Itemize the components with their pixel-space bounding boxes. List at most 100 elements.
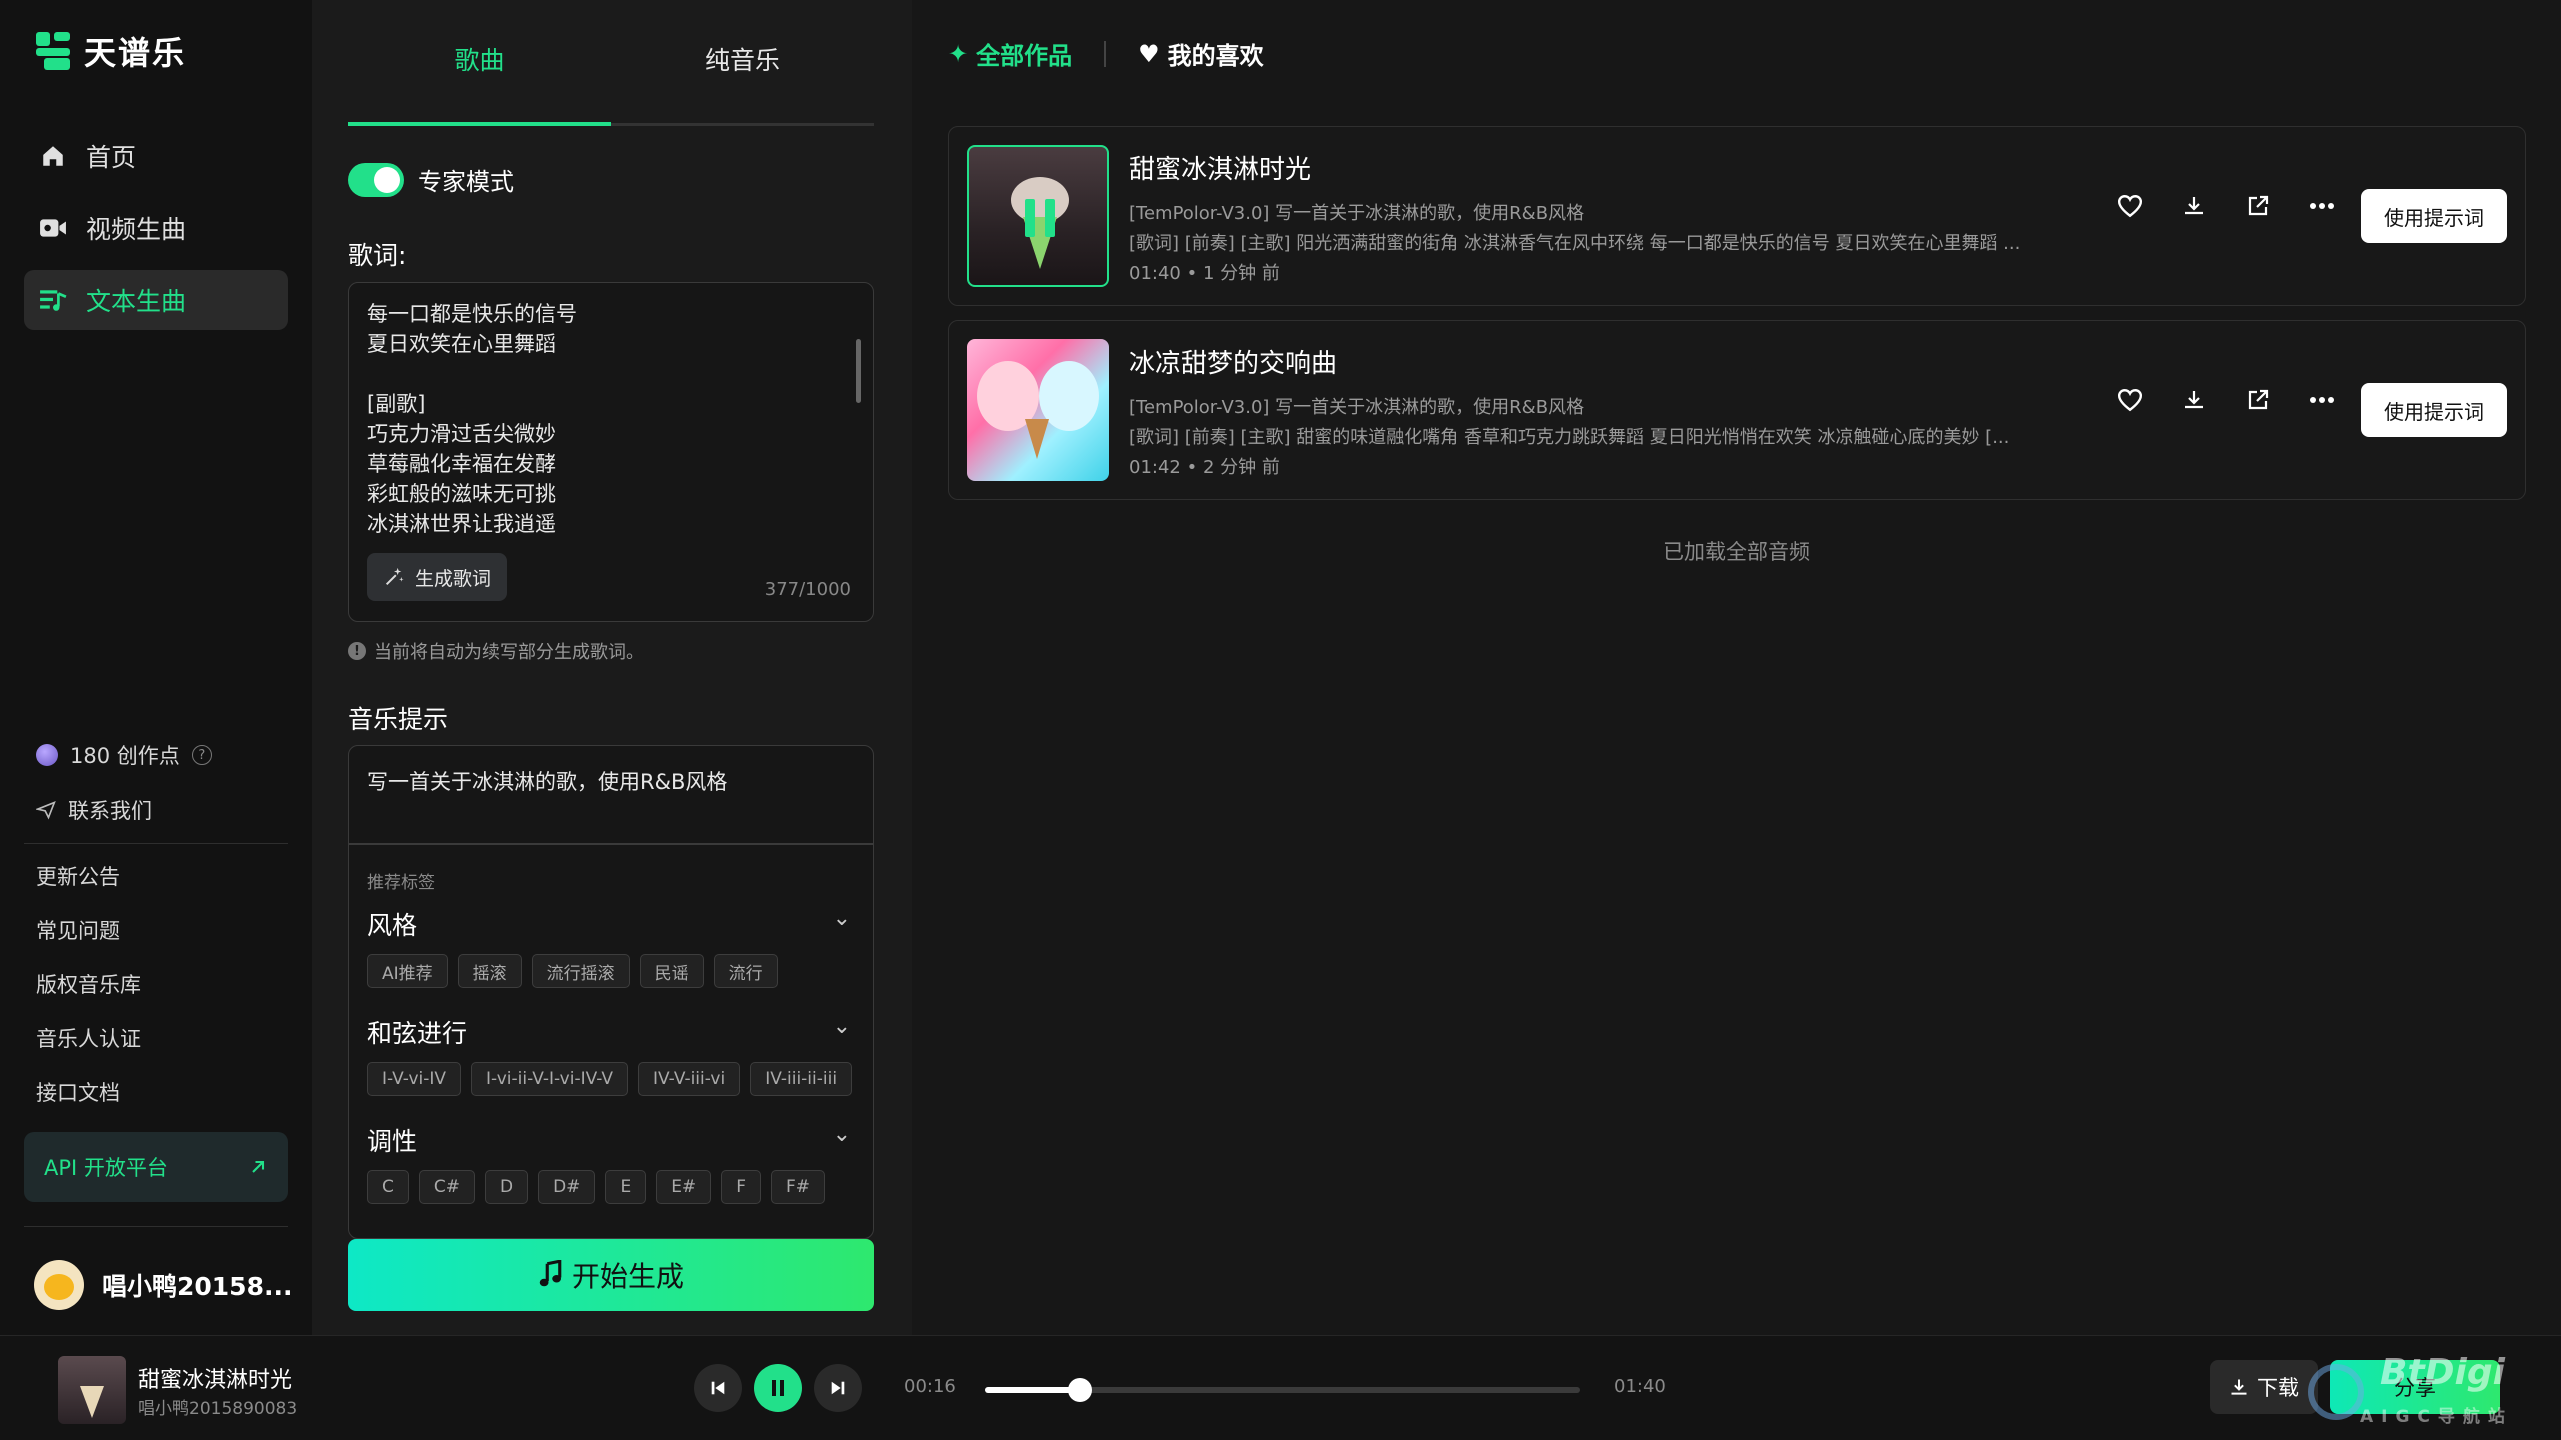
user-profile[interactable]: 唱小鸭20158... bbox=[34, 1260, 292, 1310]
style-chips: AI推荐 摇滚 流行摇滚 民谣 流行 bbox=[367, 954, 778, 988]
song-meta: 01:40 • 1 分钟 前 bbox=[1129, 263, 1280, 284]
pause-icon bbox=[772, 1380, 784, 1396]
song-title[interactable]: 甜蜜冰淇淋时光 bbox=[1129, 149, 1311, 186]
lyrics-editor[interactable]: 每一口都是快乐的信号 夏日欢笑在心里舞蹈 [副歌] 巧克力滑过舌尖微妙 草莓融化… bbox=[348, 282, 874, 622]
like-icon[interactable] bbox=[2113, 383, 2147, 417]
progress-slider[interactable] bbox=[985, 1378, 1580, 1402]
mode-tabs: 歌曲 纯音乐 bbox=[348, 30, 874, 126]
help-icon[interactable]: ? bbox=[191, 745, 212, 765]
song-prompt: [TemPolor-V3.0] 写一首关于冰淇淋的歌，使用R&B风格 bbox=[1129, 203, 1585, 224]
chord-chips: I-V-vi-IV I-vi-ii-V-I-vi-IV-V IV-V-iii-v… bbox=[367, 1062, 853, 1096]
expert-mode-row: 专家模式 bbox=[348, 162, 514, 197]
tag-chip[interactable]: AI推荐 bbox=[367, 954, 448, 988]
link-api-docs[interactable]: 接口文档 bbox=[36, 1076, 141, 1130]
previous-button[interactable] bbox=[694, 1364, 742, 1412]
tab-song[interactable]: 歌曲 bbox=[348, 30, 611, 126]
link-musician-verify[interactable]: 音乐人认证 bbox=[36, 1022, 141, 1076]
link-update-notes[interactable]: 更新公告 bbox=[36, 860, 141, 914]
total-time: 01:40 bbox=[1614, 1376, 1666, 1397]
start-generate-button[interactable]: 开始生成 bbox=[348, 1239, 874, 1311]
skip-forward-icon bbox=[831, 1381, 845, 1395]
lyrics-scrollbar[interactable] bbox=[856, 339, 861, 403]
api-platform-button[interactable]: API 开放平台 bbox=[24, 1132, 288, 1202]
share-icon[interactable] bbox=[2241, 383, 2275, 417]
tag-chip[interactable]: D# bbox=[538, 1170, 596, 1204]
tag-chip[interactable]: E bbox=[605, 1170, 647, 1204]
lyrics-text[interactable]: 每一口都是快乐的信号 夏日欢笑在心里舞蹈 [副歌] 巧克力滑过舌尖微妙 草莓融化… bbox=[367, 299, 837, 539]
sparkle-icon: ✦ bbox=[948, 39, 969, 68]
chevron-down-icon[interactable]: ⌄ bbox=[833, 1014, 851, 1039]
app-logo[interactable]: 天谱乐 bbox=[36, 28, 186, 74]
tag-chip[interactable]: F# bbox=[770, 1170, 825, 1204]
tab-all-works[interactable]: ✦ 全部作品 bbox=[948, 36, 1072, 71]
chord-group-title: 和弦进行 bbox=[367, 1019, 468, 1048]
sidebar-links: 更新公告 常见问题 版权音乐库 音乐人认证 接口文档 bbox=[36, 860, 141, 1130]
tag-chip[interactable]: C# bbox=[418, 1170, 475, 1204]
generate-lyrics-button[interactable]: 生成歌词 bbox=[367, 553, 508, 601]
credits-text: 180 创作点 bbox=[70, 744, 180, 768]
download-icon[interactable] bbox=[2177, 189, 2211, 223]
share-button[interactable]: 分享 bbox=[2330, 1360, 2500, 1414]
tag-chip[interactable]: E# bbox=[656, 1170, 712, 1204]
now-playing-cover[interactable] bbox=[58, 1356, 126, 1424]
key-chips: C C# D D# E E# F F# bbox=[367, 1170, 825, 1204]
link-copyright-library[interactable]: 版权音乐库 bbox=[36, 968, 141, 1022]
share-icon[interactable] bbox=[2241, 189, 2275, 223]
song-duration: 01:42 bbox=[1129, 457, 1181, 478]
creation-panel: 歌曲 纯音乐 专家模式 歌词: 每一口都是快乐的信号 夏日欢笑在心里舞蹈 [副歌… bbox=[312, 0, 912, 1335]
song-card[interactable]: 甜蜜冰淇淋时光 [TemPolor-V3.0] 写一首关于冰淇淋的歌，使用R&B… bbox=[948, 126, 2526, 306]
more-icon[interactable] bbox=[2305, 189, 2339, 223]
like-icon[interactable] bbox=[2113, 189, 2147, 223]
nav-item-home[interactable]: 首页 bbox=[24, 126, 288, 186]
share-label: 分享 bbox=[2394, 1376, 2436, 1400]
use-prompt-button[interactable]: 使用提示词 bbox=[2361, 383, 2507, 437]
pause-icon[interactable] bbox=[1025, 199, 1055, 237]
tag-chip[interactable]: IV-iii-ii-iii bbox=[750, 1062, 853, 1096]
tab-instrumental[interactable]: 纯音乐 bbox=[611, 30, 874, 123]
player-bar: 甜蜜冰淇淋时光 唱小鸭2015890083 00:16 01:40 下载 分享 … bbox=[0, 1335, 2561, 1440]
works-list: ✦ 全部作品 ♥ 我的喜欢 甜蜜冰淇淋时光 [TemPolor-V3.0] 写一… bbox=[912, 0, 2561, 1335]
sidebar-divider bbox=[24, 843, 288, 844]
chevron-down-icon[interactable]: ⌄ bbox=[833, 1122, 851, 1147]
use-prompt-button[interactable]: 使用提示词 bbox=[2361, 189, 2507, 243]
next-button[interactable] bbox=[814, 1364, 862, 1412]
tag-chip[interactable]: IV-V-iii-vi bbox=[638, 1062, 741, 1096]
recommended-tags-label: 推荐标签 bbox=[367, 873, 435, 893]
tag-chip[interactable]: I-V-vi-IV bbox=[367, 1062, 462, 1096]
now-playing-artist: 唱小鸭2015890083 bbox=[138, 1399, 298, 1419]
tag-chip[interactable]: 摇滚 bbox=[457, 954, 522, 988]
nav-item-text-to-music[interactable]: 文本生曲 bbox=[24, 270, 288, 330]
song-cover[interactable] bbox=[967, 339, 1109, 481]
nav-item-video-to-music[interactable]: 视频生曲 bbox=[24, 198, 288, 258]
external-link-icon bbox=[252, 1160, 265, 1173]
tag-chip[interactable]: 流行 bbox=[713, 954, 778, 988]
contact-us-link[interactable]: 联系我们 bbox=[36, 795, 152, 825]
song-title[interactable]: 冰凉甜梦的交响曲 bbox=[1129, 343, 1337, 380]
progress-handle[interactable] bbox=[1068, 1378, 1093, 1402]
song-actions bbox=[2113, 189, 2339, 223]
music-prompt-input[interactable]: 写一首关于冰淇淋的歌，使用R&B风格 bbox=[367, 766, 727, 796]
tag-chip[interactable]: D bbox=[485, 1170, 529, 1204]
tag-chip[interactable]: 民谣 bbox=[639, 954, 704, 988]
app-name: 天谱乐 bbox=[84, 34, 187, 72]
song-duration: 01:40 bbox=[1129, 263, 1181, 284]
tag-chip[interactable]: C bbox=[367, 1170, 409, 1204]
song-cover[interactable] bbox=[967, 145, 1109, 287]
expert-mode-toggle[interactable] bbox=[348, 162, 404, 197]
song-card[interactable]: 冰凉甜梦的交响曲 [TemPolor-V3.0] 写一首关于冰淇淋的歌，使用R&… bbox=[948, 320, 2526, 500]
tag-chip[interactable]: 流行摇滚 bbox=[531, 954, 630, 988]
tag-chip[interactable]: I-vi-ii-V-I-vi-IV-V bbox=[471, 1062, 629, 1096]
now-playing-title[interactable]: 甜蜜冰淇淋时光 bbox=[138, 1362, 292, 1394]
tab-my-favorites[interactable]: ♥ 我的喜欢 bbox=[1138, 36, 1264, 71]
more-icon[interactable] bbox=[2305, 383, 2339, 417]
download-button[interactable]: 下载 bbox=[2210, 1360, 2318, 1414]
chevron-down-icon[interactable]: ⌄ bbox=[833, 906, 851, 931]
credits-counter[interactable]: 180 创作点 ? bbox=[36, 740, 212, 770]
link-faq[interactable]: 常见问题 bbox=[36, 914, 141, 968]
download-label: 下载 bbox=[2257, 1376, 2299, 1400]
sidebar-divider bbox=[24, 1226, 288, 1227]
pause-button[interactable] bbox=[754, 1364, 802, 1412]
tab-label: 我的喜欢 bbox=[1167, 42, 1264, 70]
tag-chip[interactable]: F bbox=[721, 1170, 761, 1204]
download-icon[interactable] bbox=[2177, 383, 2211, 417]
